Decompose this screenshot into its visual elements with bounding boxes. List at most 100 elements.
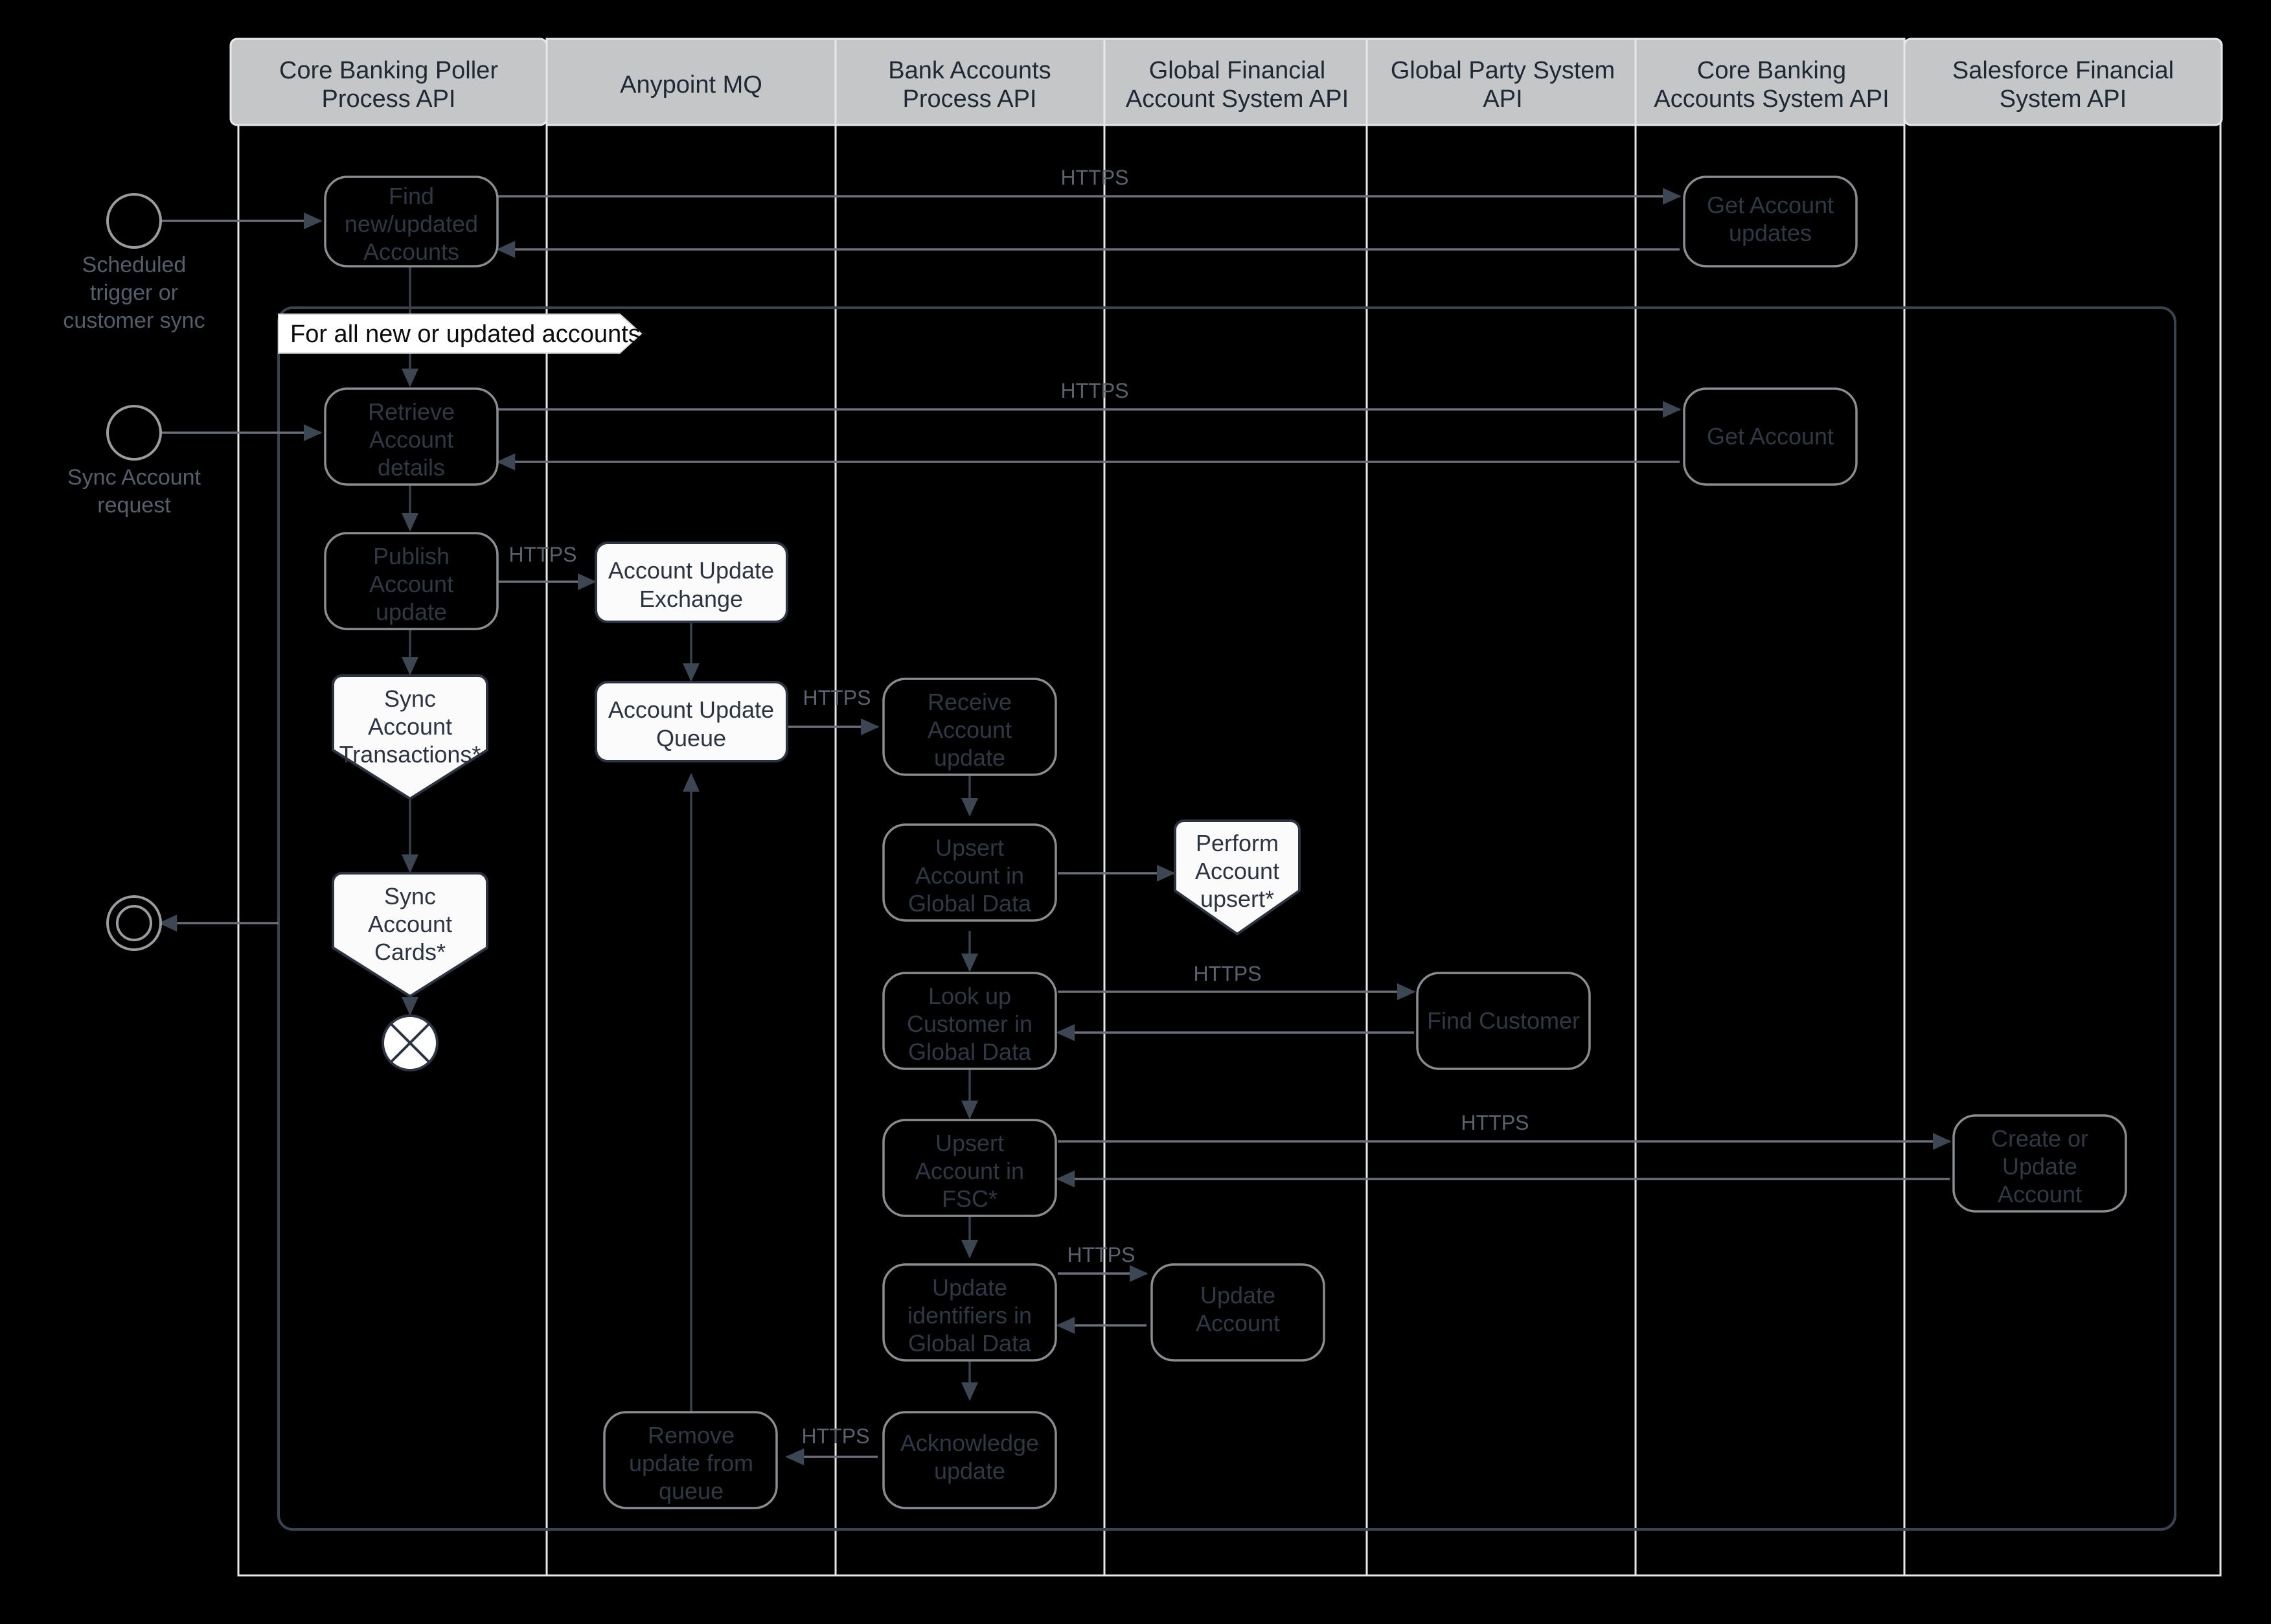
task-look-up-customer-global-data-line-3: Global Data [908, 1038, 1032, 1065]
task-remove-update-from-queue-line-1: Remove [648, 1422, 735, 1448]
task-perform-account-upsert-line-2: Account [1195, 858, 1279, 884]
task-update-account[interactable]: Update Account [1150, 1263, 1325, 1362]
task-account-update-queue-line-1: Account Update [608, 696, 774, 723]
edge-label-https-7: HTTPS [1067, 1243, 1136, 1266]
task-perform-account-upsert-line-1: Perform [1196, 830, 1279, 856]
task-upsert-account-fsc-line-3: FSC* [942, 1185, 998, 1212]
task-find-customer-line-1: Find Customer [1427, 1007, 1580, 1034]
subprocess-banner-label: For all new or updated accounts [290, 321, 641, 348]
task-create-or-update-account[interactable]: Create or Update Account [1952, 1114, 2127, 1213]
task-create-or-update-account-line-2: Update [2002, 1153, 2077, 1180]
task-upsert-account-global-data-line-2: Account in [915, 862, 1024, 889]
task-sync-account-transactions-line-2: Account [368, 713, 452, 740]
lane-label-global-party-system-l2: API [1483, 86, 1522, 113]
task-get-account-updates-line-1: Get Account [1707, 192, 1834, 218]
task-remove-update-from-queue[interactable]: Remove update from queue [603, 1411, 778, 1509]
task-remove-update-from-queue-line-3: queue [659, 1478, 724, 1504]
terminate-event[interactable] [382, 1014, 439, 1071]
start-event-sync-account-request[interactable]: Sync Account request [67, 405, 201, 518]
task-publish-account-update[interactable]: Publish Account update [324, 532, 499, 630]
start-event-scheduled-trigger-label-1: Scheduled [82, 253, 187, 277]
start-event-sync-account-request-label-1: Sync Account [67, 465, 201, 490]
lane-label-salesforce-financial-l1: Salesforce Financial [1952, 57, 2174, 84]
task-remove-update-from-queue-line-2: update from [629, 1450, 753, 1476]
task-upsert-account-global-data-line-3: Global Data [908, 890, 1032, 917]
task-receive-account-update[interactable]: Receive Account update [882, 678, 1057, 776]
task-acknowledge-update[interactable]: Acknowledge update [882, 1411, 1057, 1509]
lane-label-bank-accounts-process-l1: Bank Accounts [888, 57, 1051, 84]
task-upsert-account-global-data[interactable]: Upsert Account in Global Data [882, 823, 1057, 922]
task-find-customer[interactable]: Find Customer [1416, 972, 1591, 1070]
task-update-identifiers-global-data-line-3: Global Data [908, 1330, 1032, 1356]
task-get-account-updates[interactable]: Get Account updates [1683, 176, 1858, 268]
task-update-identifiers-global-data-line-1: Update [932, 1274, 1007, 1301]
task-account-update-exchange-line-1: Account Update [608, 557, 774, 584]
task-sync-account-cards-line-2: Account [368, 911, 452, 937]
task-get-account[interactable]: Get Account [1683, 387, 1858, 486]
end-event-response[interactable] [106, 895, 162, 951]
task-find-new-updated-accounts[interactable]: Find new/updated Accounts [324, 176, 499, 268]
lane-label-core-banking-poller-l1: Core Banking Poller [279, 57, 498, 84]
task-sync-account-cards[interactable]: Sync Account Cards* [332, 872, 488, 998]
start-event-scheduled-trigger-label-3: customer sync [63, 308, 205, 333]
end-event-inner-circle [116, 905, 152, 941]
start-event-scheduled-trigger[interactable]: Scheduled trigger or customer sync [63, 193, 205, 333]
lane-label-core-banking-accounts-l2: Accounts System API [1654, 86, 1889, 113]
task-update-account-line-2: Account [1196, 1310, 1280, 1336]
task-retrieve-account-details[interactable]: Retrieve Account details [324, 387, 499, 486]
task-update-account-line-1: Update [1200, 1282, 1275, 1309]
edge-label-https-3: HTTPS [509, 543, 577, 566]
task-receive-account-update-line-3: update [934, 744, 1005, 771]
task-get-account-updates-line-2: updates [1729, 220, 1812, 246]
edge-label-https-6: HTTPS [1461, 1111, 1529, 1134]
task-publish-account-update-line-3: update [376, 599, 447, 625]
bpmn-swimlane-diagram: Core Banking Poller Process API Anypoint… [63, 38, 2223, 1577]
task-account-update-exchange[interactable]: Account Update Exchange [595, 542, 788, 623]
task-update-identifiers-global-data[interactable]: Update identifiers in Global Data [882, 1263, 1057, 1362]
task-sync-account-transactions-line-3: Transactions* [339, 741, 481, 768]
task-get-account-line-1: Get Account [1707, 423, 1834, 450]
task-look-up-customer-global-data-line-2: Customer in [907, 1011, 1033, 1037]
task-acknowledge-update-line-1: Acknowledge [900, 1430, 1039, 1456]
task-retrieve-account-details-line-3: details [378, 454, 445, 481]
lane-label-core-banking-accounts-l1: Core Banking [1697, 57, 1846, 84]
lane-label-salesforce-financial-l2: System API [2000, 86, 2127, 113]
task-create-or-update-account-line-3: Account [1998, 1181, 2082, 1207]
edge-label-https-1: HTTPS [1061, 166, 1129, 189]
edge-label-https-5: HTTPS [1194, 962, 1262, 985]
task-look-up-customer-global-data-line-1: Look up [928, 983, 1011, 1009]
start-event-scheduled-trigger-label-2: trigger or [90, 280, 178, 305]
task-sync-account-cards-line-3: Cards* [374, 939, 446, 965]
task-upsert-account-fsc-line-1: Upsert [935, 1130, 1004, 1156]
task-account-update-queue-line-2: Queue [656, 725, 726, 751]
lane-label-anypoint-mq-l1: Anypoint MQ [620, 71, 762, 98]
task-look-up-customer-global-data[interactable]: Look up Customer in Global Data [882, 972, 1057, 1070]
task-find-new-updated-accounts-line-3: Accounts [363, 238, 459, 265]
sequence-flows: HTTPS HTTPS HTTPS HTTPS HTTPS HTTPS HTTP… [158, 166, 1952, 1466]
task-create-or-update-account-line-1: Create or [1991, 1125, 2088, 1152]
task-retrieve-account-details-line-2: Account [369, 426, 453, 453]
lane-label-global-financial-account-l1: Global Financial [1149, 57, 1325, 84]
lane-header-band: Core Banking Poller Process API Anypoint… [229, 38, 2223, 126]
task-find-new-updated-accounts-line-1: Find [389, 183, 434, 209]
task-receive-account-update-line-2: Account [928, 716, 1012, 743]
start-event-sync-account-request-circle[interactable] [106, 405, 162, 461]
edge-label-https-4: HTTPS [803, 686, 871, 709]
task-upsert-account-fsc[interactable]: Upsert Account in FSC* [882, 1119, 1057, 1217]
edge-label-https-2: HTTPS [1061, 379, 1129, 402]
task-sync-account-transactions[interactable]: Sync Account Transactions* [332, 674, 488, 800]
task-sync-account-transactions-line-1: Sync [384, 685, 436, 712]
start-event-scheduled-trigger-circle[interactable] [106, 193, 162, 249]
lane-label-bank-accounts-process-l2: Process API [903, 86, 1037, 113]
edge-label-https-8: HTTPS [802, 1424, 870, 1448]
lane-label-global-financial-account-l2: Account System API [1126, 86, 1349, 113]
lane-label-global-party-system-l1: Global Party System [1391, 57, 1615, 84]
task-find-new-updated-accounts-line-2: new/updated [345, 211, 478, 237]
task-publish-account-update-line-1: Publish [373, 543, 450, 569]
task-update-identifiers-global-data-line-2: identifiers in [907, 1302, 1032, 1329]
task-publish-account-update-line-2: Account [369, 571, 453, 597]
task-perform-account-upsert[interactable]: Perform Account upsert* [1174, 819, 1301, 935]
task-account-update-queue[interactable]: Account Update Queue [595, 681, 788, 762]
task-account-update-exchange-line-2: Exchange [639, 586, 743, 612]
task-sync-account-cards-line-1: Sync [384, 883, 436, 909]
